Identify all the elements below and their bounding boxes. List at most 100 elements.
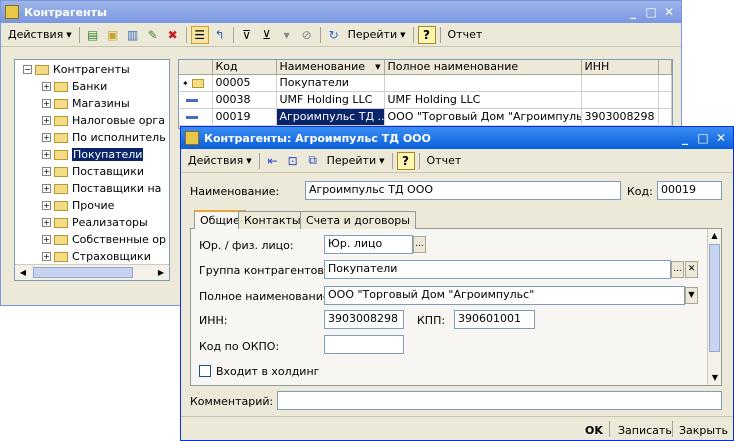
maximize-icon[interactable]: □ bbox=[643, 5, 659, 19]
kpp-field[interactable]: 390601001 bbox=[454, 310, 535, 329]
expand-icon[interactable]: + bbox=[42, 116, 51, 125]
expand-icon[interactable]: + bbox=[42, 150, 51, 159]
fullname-dropdown-icon[interactable]: ▼ bbox=[685, 287, 698, 304]
tree-item[interactable]: + По исполнитель bbox=[15, 129, 169, 146]
copy-item-icon[interactable]: ▥ bbox=[124, 26, 142, 44]
items-grid[interactable]: Код Наименование ▼ Полное наименование И… bbox=[178, 59, 673, 129]
expand-icon[interactable]: + bbox=[42, 99, 51, 108]
tree-item[interactable]: + Страховщики bbox=[15, 248, 169, 265]
reread-icon[interactable]: ⊡ bbox=[284, 152, 302, 170]
expand-icon[interactable]: + bbox=[42, 252, 51, 261]
group-tree[interactable]: − Контрагенты + Банки + Магазины + Налоговые ор… bbox=[14, 59, 170, 281]
expand-icon[interactable]: + bbox=[42, 184, 51, 193]
expand-icon[interactable]: + bbox=[42, 201, 51, 210]
tree-item[interactable]: + Покупатели bbox=[15, 146, 169, 163]
group-clear-icon[interactable]: ✕ bbox=[685, 261, 698, 278]
clear-filter-icon[interactable]: ⊘ bbox=[298, 26, 316, 44]
comment-field[interactable] bbox=[277, 391, 722, 410]
expand-icon[interactable]: + bbox=[42, 133, 51, 142]
fullname-field[interactable]: ООО "Торговый Дом "Агроимпульс" bbox=[324, 286, 685, 305]
goto-menu-button[interactable]: Перейти ▼ bbox=[323, 151, 389, 171]
expand-icon[interactable]: + bbox=[42, 218, 51, 227]
refresh-icon[interactable]: ↻ bbox=[325, 26, 343, 44]
cell-code: 00019 bbox=[212, 108, 277, 126]
tree-hscrollbar[interactable]: ◀ ▶ bbox=[15, 264, 169, 280]
tab-contacts[interactable]: Контакты bbox=[238, 211, 307, 229]
cell-code: 00005 bbox=[212, 74, 277, 92]
minimize-icon[interactable]: _ bbox=[677, 131, 693, 145]
tree-item[interactable]: − Контрагенты bbox=[15, 61, 169, 78]
scroll-thumb[interactable] bbox=[33, 267, 133, 278]
edit-item-icon[interactable]: ✎ bbox=[144, 26, 162, 44]
actions-label: Действия bbox=[8, 28, 64, 41]
tree-item[interactable]: + Собственные ор bbox=[15, 231, 169, 248]
expand-icon[interactable]: + bbox=[42, 235, 51, 244]
okpo-field[interactable] bbox=[324, 335, 404, 354]
actions-menu-button[interactable]: Действия ▼ bbox=[184, 151, 256, 171]
table-row[interactable]: 00019 Агроимпульс ТД ... ООО "Торговый Дом… bbox=[179, 108, 672, 126]
help-icon[interactable]: ? bbox=[396, 151, 415, 170]
form-window-titlebar[interactable]: Контрагенты: Агроимпульс ТД ООО _ □ ✕ bbox=[181, 127, 733, 149]
column-header-name[interactable]: Наименование ▼ bbox=[276, 60, 385, 75]
cell-fullname: ООО "Торговый Дом "Агроимпульс" bbox=[384, 108, 582, 126]
scroll-down-icon[interactable]: ▼ bbox=[708, 371, 722, 385]
filter-value-icon[interactable]: ⊻ bbox=[258, 26, 276, 44]
items-table: Код Наименование ▼ Полное наименование И… bbox=[179, 60, 672, 126]
copy-icon[interactable]: ⧉ bbox=[304, 152, 322, 170]
column-header-fullname[interactable]: Полное наименование bbox=[384, 60, 582, 75]
column-header-inn[interactable]: ИНН bbox=[581, 60, 659, 75]
ok-button[interactable]: OK bbox=[585, 424, 603, 437]
legal-type-field[interactable]: Юр. лицо bbox=[324, 235, 413, 254]
scroll-right-icon[interactable]: ▶ bbox=[153, 265, 169, 280]
level-up-icon[interactable]: ↰ bbox=[211, 26, 229, 44]
tree-item[interactable]: + Поставщики на bbox=[15, 180, 169, 197]
tree-item[interactable]: + Банки bbox=[15, 78, 169, 95]
scroll-left-icon[interactable]: ◀ bbox=[15, 265, 31, 280]
form-window: Контрагенты: Агроимпульс ТД ООО _ □ ✕ Де… bbox=[180, 126, 734, 441]
inn-field[interactable]: 3903008298 bbox=[324, 310, 404, 329]
code-field[interactable]: 00019 bbox=[657, 181, 722, 200]
close-button[interactable]: Закрыть bbox=[679, 424, 728, 437]
tree-item[interactable]: + Магазины bbox=[15, 95, 169, 112]
table-row[interactable]: 00038 UMF Holding LLC UMF Holding LLC bbox=[179, 91, 672, 109]
minimize-icon[interactable]: _ bbox=[625, 5, 641, 19]
actions-menu-button[interactable]: Действия ▼ bbox=[4, 25, 76, 45]
tree-item[interactable]: + Поставщики bbox=[15, 163, 169, 180]
filter-icon[interactable]: ⊽ bbox=[238, 26, 256, 44]
close-icon[interactable]: ✕ bbox=[713, 131, 729, 145]
holding-checkbox[interactable] bbox=[199, 365, 211, 377]
delete-item-icon[interactable]: ✖ bbox=[164, 26, 182, 44]
column-header-code[interactable]: Код bbox=[212, 60, 277, 75]
report-button[interactable]: Отчет bbox=[444, 25, 487, 45]
tree-item[interactable]: + Налоговые орга bbox=[15, 112, 169, 129]
scroll-thumb[interactable] bbox=[709, 244, 720, 352]
save-button[interactable]: Записать bbox=[618, 424, 672, 437]
table-row[interactable]: ✦ 00005 Покупатели bbox=[179, 74, 672, 92]
expand-icon[interactable]: + bbox=[42, 82, 51, 91]
legal-type-select-button[interactable]: ... bbox=[413, 236, 426, 253]
goto-menu-button[interactable]: Перейти ▼ bbox=[344, 25, 410, 45]
report-button[interactable]: Отчет bbox=[423, 151, 466, 171]
actions-label: Действия bbox=[188, 154, 244, 167]
go-to-list-icon[interactable]: ⇤ bbox=[264, 152, 282, 170]
group-field[interactable]: Покупатели bbox=[324, 260, 671, 279]
maximize-icon[interactable]: □ bbox=[695, 131, 711, 145]
tab-vscrollbar[interactable]: ▲ ▼ bbox=[707, 229, 721, 385]
add-group-icon[interactable]: ▣ bbox=[104, 26, 122, 44]
hierarchy-toggle-icon[interactable]: ☰ bbox=[190, 25, 209, 44]
close-icon[interactable]: ✕ bbox=[661, 5, 677, 19]
tab-accounts[interactable]: Счета и договоры bbox=[300, 211, 416, 229]
cell-name: Покупатели bbox=[276, 74, 385, 92]
name-field[interactable]: Агроимпульс ТД ООО bbox=[305, 181, 621, 200]
expand-icon[interactable]: + bbox=[42, 167, 51, 176]
collapse-icon[interactable]: − bbox=[23, 65, 32, 74]
help-icon[interactable]: ? bbox=[417, 25, 436, 44]
cell-fullname: UMF Holding LLC bbox=[384, 91, 582, 109]
tree-item[interactable]: + Реализаторы bbox=[15, 214, 169, 231]
scroll-up-icon[interactable]: ▲ bbox=[708, 229, 721, 243]
list-window-titlebar[interactable]: Контрагенты _ □ ✕ bbox=[1, 1, 681, 23]
add-item-icon[interactable]: ▤ bbox=[84, 26, 102, 44]
filter-history-icon[interactable]: ▾ bbox=[278, 26, 296, 44]
group-select-button[interactable]: ... bbox=[671, 261, 684, 278]
tree-item[interactable]: + Прочие bbox=[15, 197, 169, 214]
